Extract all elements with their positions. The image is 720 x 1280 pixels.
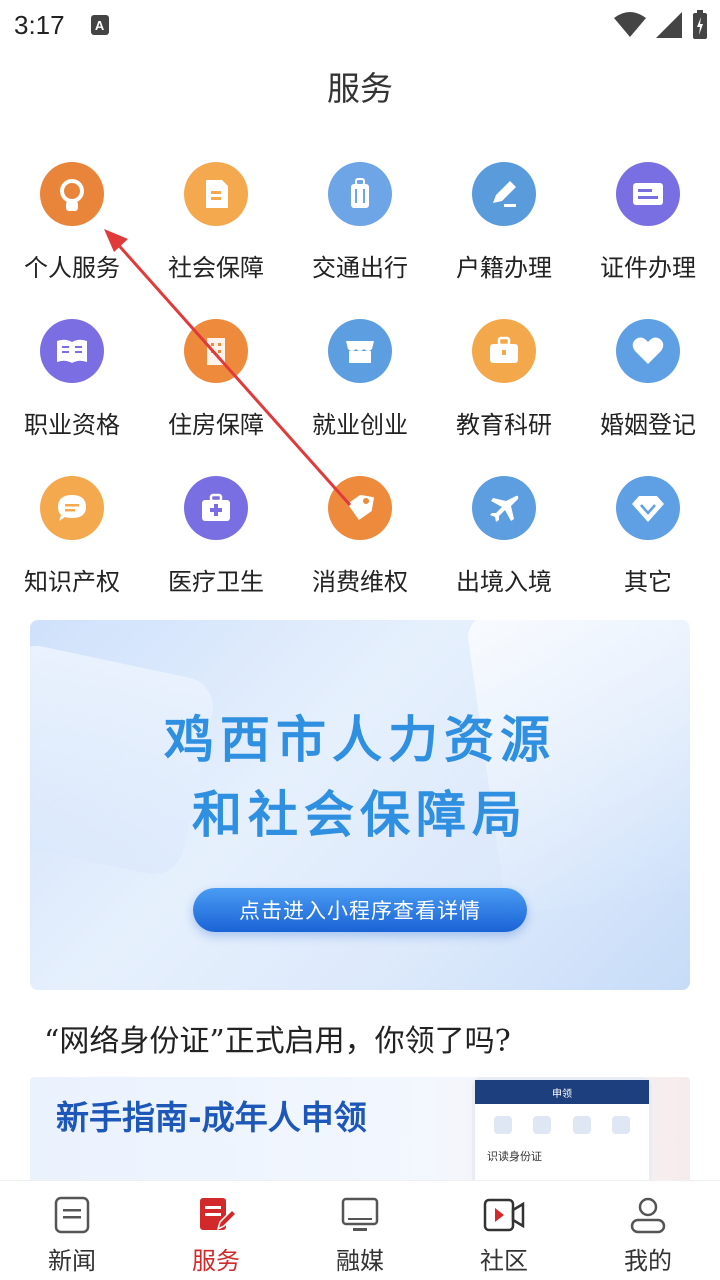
service-housing[interactable]: 住房保障: [144, 315, 288, 472]
page-title: 服务: [327, 69, 393, 108]
service-label: 知识产权: [24, 568, 120, 596]
document-icon: [184, 162, 248, 226]
phone-header: 申领: [475, 1080, 649, 1104]
plane-icon: [472, 476, 536, 540]
news-icon: [54, 1196, 90, 1234]
nav-label: 新闻: [48, 1247, 96, 1275]
service-icon: [200, 1198, 236, 1231]
service-immigration[interactable]: 出境入境: [432, 472, 576, 629]
service-ip[interactable]: 知识产权: [0, 472, 144, 629]
article-image-heading: 新手指南-成年人申领: [56, 1098, 367, 1137]
book-icon: [40, 319, 104, 383]
status-icons: [614, 10, 708, 40]
service-education[interactable]: 教育科研: [432, 315, 576, 472]
service-label: 户籍办理: [456, 254, 552, 282]
service-other[interactable]: 其它: [576, 472, 720, 629]
article-image[interactable]: 新手指南-成年人申领 申领 识读身份证: [30, 1077, 690, 1187]
phone-mockup: 申领 识读身份证: [472, 1077, 652, 1187]
building-icon: [184, 319, 248, 383]
nav-label: 融媒: [336, 1247, 384, 1275]
wifi-icon: [614, 12, 646, 37]
service-employment[interactable]: 就业创业: [288, 315, 432, 472]
service-label: 职业资格: [24, 411, 120, 439]
service-label: 住房保障: [168, 411, 264, 439]
edit-icon: [472, 162, 536, 226]
service-label: 婚姻登记: [600, 411, 696, 439]
service-label: 医疗卫生: [168, 568, 264, 596]
service-label: 交通出行: [312, 254, 408, 282]
service-label: 社会保障: [168, 254, 264, 282]
service-grid: 个人服务 社会保障 交通出行 户籍办理 证件办理 职业资格 住房保障 就业创业 …: [0, 158, 720, 629]
banner-title-line1: 鸡西市人力资源: [164, 711, 556, 769]
banner-title-line2: 和社会保障局: [192, 786, 528, 844]
service-label: 其它: [624, 568, 672, 596]
nav-news[interactable]: 新闻: [0, 1181, 144, 1280]
nav-service[interactable]: 服务: [144, 1181, 288, 1280]
profile-icon: [630, 1197, 666, 1234]
nav-label: 社区: [480, 1247, 528, 1275]
bottom-nav: 新闻 服务 融媒 社区 我的: [0, 1180, 720, 1280]
nav-label: 我的: [624, 1247, 672, 1275]
store-icon: [328, 319, 392, 383]
service-social-security[interactable]: 社会保障: [144, 158, 288, 315]
service-transport[interactable]: 交通出行: [288, 158, 432, 315]
nav-community[interactable]: 社区: [432, 1181, 576, 1280]
notification-a-icon: A: [90, 15, 109, 35]
tag-icon: [328, 476, 392, 540]
battery-icon: [693, 10, 707, 39]
phone-icon-3: [572, 1116, 591, 1134]
luggage-icon: [328, 162, 392, 226]
service-marriage[interactable]: 婚姻登记: [576, 315, 720, 472]
nav-media[interactable]: 融媒: [288, 1181, 432, 1280]
service-medical[interactable]: 医疗卫生: [144, 472, 288, 629]
service-professional[interactable]: 职业资格: [0, 315, 144, 472]
service-personal[interactable]: 个人服务: [0, 158, 144, 315]
diamond-icon: [616, 476, 680, 540]
service-consumer-rights[interactable]: 消费维权: [288, 472, 432, 629]
chat-icon: [40, 476, 104, 540]
banner-miniprogram-button[interactable]: 点击进入小程序查看详情: [193, 888, 527, 932]
signal-icon: [656, 12, 682, 38]
phone-icon-4: [612, 1116, 631, 1134]
service-label: 就业创业: [312, 411, 408, 439]
medkit-icon: [184, 476, 248, 540]
service-certificate[interactable]: 证件办理: [576, 158, 720, 315]
status-bar: 3:17 A: [0, 0, 720, 50]
phone-text: 识读身份证: [487, 1150, 542, 1163]
banner-hrss[interactable]: 鸡西市人力资源 和社会保障局 点击进入小程序查看详情: [30, 620, 690, 990]
card-icon: [616, 162, 680, 226]
phone-icon-2: [533, 1116, 552, 1134]
service-household[interactable]: 户籍办理: [432, 158, 576, 315]
nav-label: 服务: [192, 1247, 240, 1275]
service-label: 证件办理: [600, 254, 696, 282]
heart-icon: [616, 319, 680, 383]
status-time: 3:17: [14, 9, 65, 40]
nav-profile[interactable]: 我的: [576, 1181, 720, 1280]
service-label: 个人服务: [24, 254, 120, 282]
phone-icon-1: [493, 1116, 512, 1134]
service-label: 消费维权: [312, 568, 408, 596]
service-label: 教育科研: [456, 411, 552, 439]
person-icon: [40, 162, 104, 226]
article-title[interactable]: “网络身份证”正式启用，你领了吗?: [44, 1016, 511, 1060]
briefcase-icon: [472, 319, 536, 383]
video-icon: [483, 1198, 525, 1232]
monitor-icon: [341, 1197, 379, 1231]
service-label: 出境入境: [456, 568, 552, 596]
